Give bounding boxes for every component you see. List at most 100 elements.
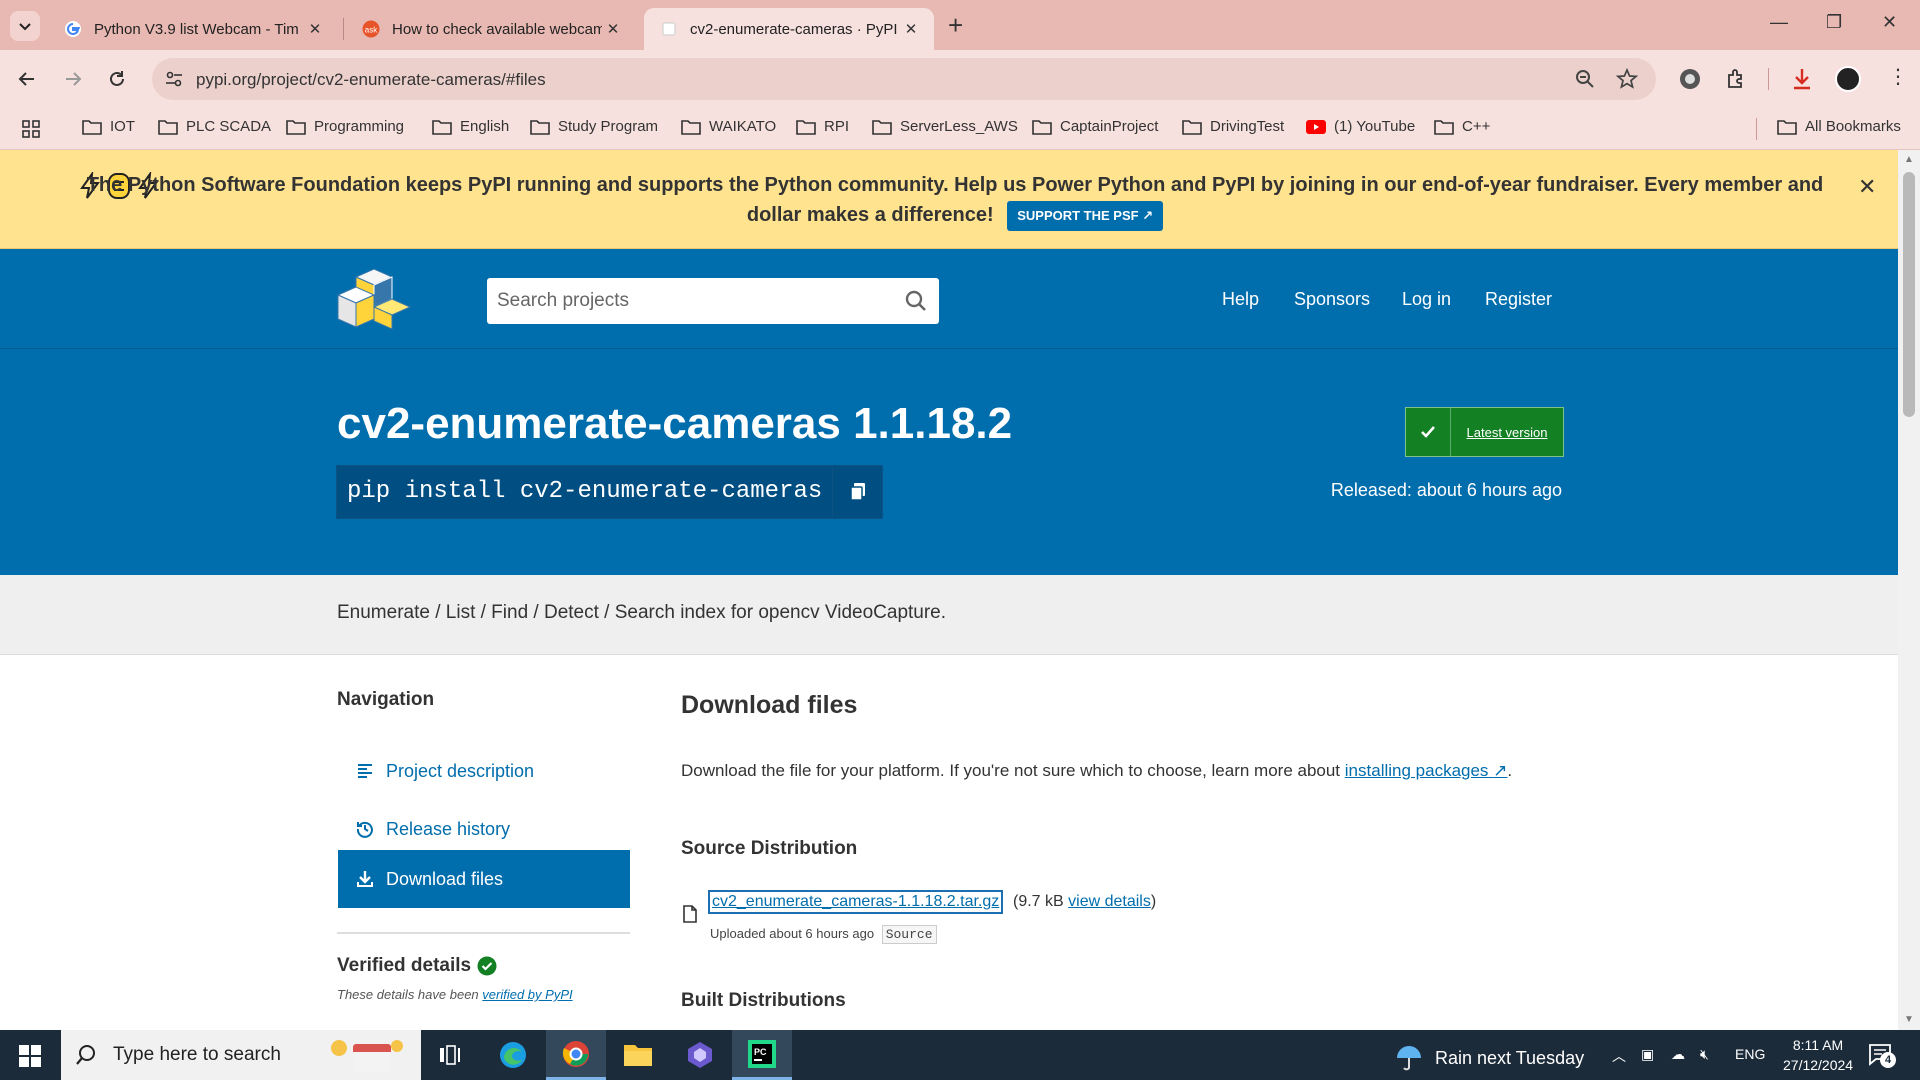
sidebar-divider xyxy=(337,932,630,934)
close-icon[interactable]: ✕ xyxy=(304,20,326,38)
tab-pypi-active[interactable]: cv2-enumerate-cameras · PyPI ✕ xyxy=(644,8,934,50)
restore-button[interactable]: ❐ xyxy=(1826,12,1842,33)
bookmarks-bar: IOT PLC SCADA Programming English Study … xyxy=(0,108,1920,150)
copy-button[interactable] xyxy=(832,466,882,518)
chevron-up-icon[interactable]: ︿ xyxy=(1612,1046,1626,1066)
close-icon[interactable]: ✕ xyxy=(900,20,922,38)
sidebar-item-project-description[interactable]: Project description xyxy=(338,742,630,800)
onedrive-icon[interactable]: ☁ xyxy=(1671,1046,1685,1063)
zoom-icon[interactable] xyxy=(1574,68,1596,90)
taskbar-copilot[interactable] xyxy=(670,1030,730,1080)
back-button[interactable] xyxy=(14,66,40,92)
scroll-up-icon[interactable]: ▲ xyxy=(1904,154,1914,165)
view-details-link[interactable]: view details xyxy=(1068,893,1151,910)
taskbar-weather[interactable]: Rain next Tuesday xyxy=(1395,1044,1584,1072)
summary-text: Enumerate / List / Find / Detect / Searc… xyxy=(337,602,947,623)
task-view-button[interactable] xyxy=(420,1030,480,1080)
speaker-muted-icon[interactable]: 🔇︎ xyxy=(1700,1046,1709,1063)
taskbar-file-explorer[interactable] xyxy=(608,1030,668,1080)
window-close-button[interactable]: ✕ xyxy=(1882,12,1897,33)
bookmark-cpp[interactable]: C++ xyxy=(1434,118,1490,135)
folder-icon xyxy=(796,119,816,135)
external-link-icon: ↗ xyxy=(1493,761,1508,780)
bookmark-youtube[interactable]: (1) YouTube xyxy=(1306,118,1415,135)
bookmark-programming[interactable]: Programming xyxy=(286,118,404,135)
bookmark-all-bookmarks[interactable]: All Bookmarks xyxy=(1777,118,1901,135)
latest-version-link[interactable]: Latest version xyxy=(1451,408,1563,456)
search-input[interactable] xyxy=(487,278,887,324)
bookmark-captainproject[interactable]: CaptainProject xyxy=(1032,118,1158,135)
banner-close-button[interactable]: ✕ xyxy=(1858,174,1876,200)
nav-register[interactable]: Register xyxy=(1485,289,1552,310)
verified-by-pypi-link[interactable]: verified by PyPI xyxy=(482,987,572,1002)
file-meta: (9.7 kB view details) xyxy=(1013,893,1157,910)
clock-time: 8:11 AM xyxy=(1792,1037,1844,1053)
taskbar-chrome[interactable] xyxy=(546,1030,606,1080)
menu-icon[interactable]: ⋮ xyxy=(1888,64,1908,89)
folder-icon xyxy=(82,119,102,135)
sidebar-item-label: Release history xyxy=(386,818,511,839)
star-icon[interactable] xyxy=(1616,68,1638,90)
taskbar-search[interactable]: Type here to search xyxy=(61,1030,421,1080)
scroll-down-icon[interactable]: ▼ xyxy=(1904,1014,1914,1025)
pypi-logo[interactable] xyxy=(336,267,412,333)
taskbar-pycharm[interactable]: PC xyxy=(732,1030,792,1080)
installing-packages-link[interactable]: installing packages ↗ xyxy=(1345,761,1508,780)
bookmark-waikato[interactable]: WAIKATO xyxy=(681,118,776,135)
new-tab-button[interactable]: + xyxy=(948,12,963,38)
minimize-button[interactable]: — xyxy=(1770,12,1788,33)
download-icon[interactable] xyxy=(1790,66,1814,92)
verified-note: These details have been verified by PyPI xyxy=(337,987,573,1002)
close-icon[interactable]: ✕ xyxy=(602,20,624,38)
folder-icon xyxy=(872,119,892,135)
taskbar-edge[interactable] xyxy=(483,1030,543,1080)
nav-login[interactable]: Log in xyxy=(1402,289,1451,310)
language-indicator[interactable]: ENG xyxy=(1735,1046,1765,1062)
notification-center-button[interactable]: 4 xyxy=(1868,1042,1896,1071)
bookmark-serverless-aws[interactable]: ServerLess_AWS xyxy=(872,118,1018,135)
scroll-thumb[interactable] xyxy=(1903,172,1915,417)
verified-check-icon xyxy=(477,956,497,976)
meet-now-icon[interactable]: ▣ xyxy=(1641,1046,1654,1063)
windows-start-icon[interactable] xyxy=(19,1045,41,1067)
puzzle-icon[interactable] xyxy=(1724,67,1748,91)
bookmark-separator xyxy=(1756,118,1757,140)
tab-python-webcam[interactable]: Python V3.9 list Webcam - Tim ✕ xyxy=(48,8,338,50)
tab-webcam-check[interactable]: ask How to check available webcam ✕ xyxy=(346,8,636,50)
site-info-icon[interactable] xyxy=(164,69,184,89)
extension-icon[interactable] xyxy=(1678,67,1702,91)
copilot-icon xyxy=(688,1042,712,1068)
tab-title: cv2-enumerate-cameras · PyPI xyxy=(690,20,898,38)
reload-button[interactable] xyxy=(104,66,130,92)
page-title: cv2-enumerate-cameras 1.1.18.2 xyxy=(337,399,1013,448)
nav-help[interactable]: Help xyxy=(1222,289,1259,310)
sidebar-item-download-files[interactable]: Download files xyxy=(338,850,630,908)
taskbar-clock[interactable]: 8:11 AM 27/12/2024 xyxy=(1783,1035,1853,1075)
apps-grid-icon[interactable] xyxy=(22,120,40,138)
avatar[interactable] xyxy=(1835,66,1861,92)
arrow-left-icon xyxy=(18,72,34,86)
source-file-link[interactable]: cv2_enumerate_cameras-1.1.18.2.tar.gz xyxy=(708,890,1004,914)
search-icon[interactable] xyxy=(905,290,927,312)
windows-taskbar: Type here to search PC Rain next Tuesday… xyxy=(0,1030,1920,1080)
search-box xyxy=(487,278,939,324)
check-icon xyxy=(1421,426,1435,438)
latest-version-badge[interactable]: Latest version xyxy=(1405,407,1564,457)
support-psf-button[interactable]: SUPPORT THE PSF ↗ xyxy=(1007,200,1164,231)
bookmark-english[interactable]: English xyxy=(432,118,509,135)
folder-icon xyxy=(1434,119,1454,135)
bookmark-iot[interactable]: IOT xyxy=(82,118,135,135)
forward-button[interactable] xyxy=(60,66,86,92)
nav-sponsors[interactable]: Sponsors xyxy=(1294,289,1370,310)
chevron-down-icon xyxy=(19,23,31,31)
bookmark-plc-scada[interactable]: PLC SCADA xyxy=(158,118,271,135)
page-scrollbar[interactable]: ▲ ▼ xyxy=(1898,150,1920,1030)
navigation-heading: Navigation xyxy=(337,689,435,710)
download-intro: Download the file for your platform. If … xyxy=(681,761,1513,780)
address-bar[interactable]: pypi.org/project/cv2-enumerate-cameras/#… xyxy=(152,58,1656,100)
bookmark-drivingtest[interactable]: DrivingTest xyxy=(1182,118,1284,135)
bookmark-study-program[interactable]: Study Program xyxy=(530,118,658,135)
bookmark-rpi[interactable]: RPI xyxy=(796,118,849,135)
sidebar-item-label: Project description xyxy=(386,760,535,781)
tab-search-button[interactable] xyxy=(10,11,40,41)
